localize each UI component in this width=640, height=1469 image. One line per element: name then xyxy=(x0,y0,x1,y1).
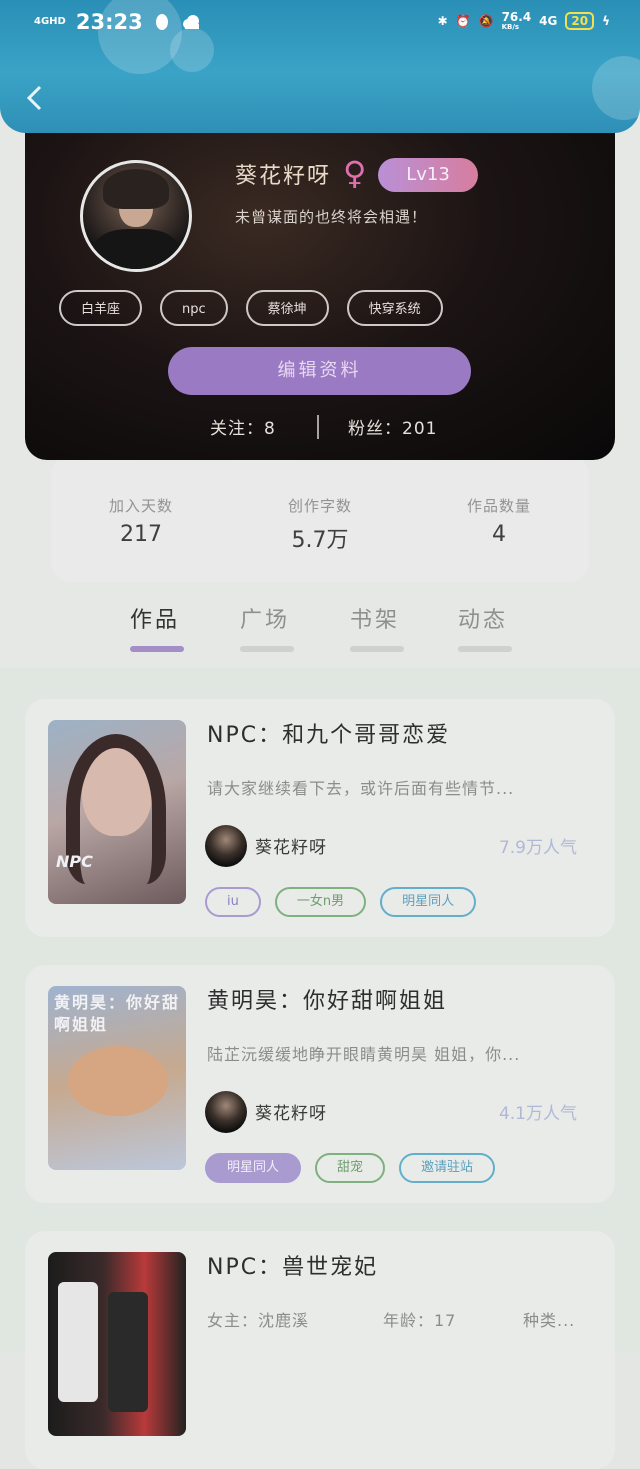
work-card[interactable]: NPC NPC：和九个哥哥恋爱 请大家继续看下去，或许后面有些情节... 葵花籽… xyxy=(25,699,615,937)
signal-indicator: 4G xyxy=(539,13,558,28)
work-race: 种类... xyxy=(523,1311,576,1330)
motto: 未曾谋面的也终将会相遇！ xyxy=(235,208,428,226)
mute-icon: 🔕 xyxy=(478,13,494,28)
popularity: 7.9万人气 xyxy=(498,838,577,858)
work-cover[interactable]: NPC xyxy=(48,720,186,904)
tab-bookshelf[interactable]: 书架 xyxy=(350,602,400,634)
stat-days: 加入天数 217 xyxy=(71,495,211,547)
back-arrow-icon[interactable] xyxy=(24,84,44,112)
tab-indicator xyxy=(458,646,512,652)
tab-indicator xyxy=(240,646,294,652)
work-tag[interactable]: iu xyxy=(205,887,261,917)
alarm-icon: ⏰ xyxy=(455,13,471,28)
network-indicator: 4GHD xyxy=(34,16,66,27)
status-bar: 4GHD 23:23 ✱ ⏰ 🔕 76.4 KB/s 4G 20 ϟ xyxy=(0,0,640,48)
username: 葵花籽呀 xyxy=(235,164,332,189)
edit-profile-button[interactable]: 编辑资料 xyxy=(168,347,471,395)
decor-bubble xyxy=(592,56,640,120)
stats-card: 加入天数 217 创作字数 5.7万 作品数量 4 xyxy=(51,455,589,582)
stat-value: 5.7万 xyxy=(291,528,349,553)
work-cover[interactable] xyxy=(48,1252,186,1436)
stat-works: 作品数量 4 xyxy=(429,495,569,547)
work-description: 请大家继续看下去，或许后面有些情节... xyxy=(207,779,515,798)
following-count[interactable]: 关注：8 xyxy=(210,414,276,439)
work-description: 陆芷沅缓缓地睁开眼睛黄明昊 姐姐，你... xyxy=(207,1045,521,1064)
speed-readout: 76.4 KB/s xyxy=(501,10,532,31)
work-tags: iu 一女n男 明星同人 xyxy=(205,887,477,917)
popularity: 4.1万人气 xyxy=(498,1104,577,1124)
work-tag[interactable]: 一女n男 xyxy=(274,887,367,917)
charging-icon: ϟ xyxy=(602,13,610,28)
profile-page: 4GHD 23:23 ✱ ⏰ 🔕 76.4KB/s 4G 20 ϟ 葵花籽呀 xyxy=(0,0,640,1469)
tab-works[interactable]: 作品 xyxy=(130,602,180,634)
bluetooth-icon: ✱ xyxy=(437,13,448,28)
profile-tag[interactable]: 快穿系统 xyxy=(346,290,443,326)
cover-title: 黄明昊：你好甜啊姐姐 xyxy=(54,993,181,1034)
work-title[interactable]: NPC：兽世宠妃 xyxy=(207,1249,378,1281)
profile-card: 葵花籽呀 ♀ Lv13 未曾谋面的也终将会相遇！ 白羊座 npc 蔡徐坤 快穿系… xyxy=(25,118,615,460)
top-bar: 4GHD 23:23 ✱ ⏰ 🔕 76.4 KB/s 4G 20 ϟ xyxy=(0,0,640,133)
stat-value: 4 xyxy=(492,522,506,547)
work-title[interactable]: 黄明昊：你好甜啊姐姐 xyxy=(207,983,447,1015)
stat-value: 217 xyxy=(120,522,162,547)
author-name[interactable]: 葵花籽呀 xyxy=(255,833,327,858)
author-avatar[interactable] xyxy=(205,1091,247,1133)
clock: 23:23 xyxy=(75,10,143,34)
level-badge: Lv13 xyxy=(378,158,478,192)
profile-tag[interactable]: 蔡徐坤 xyxy=(245,290,329,326)
work-tag[interactable]: 邀请驻站 xyxy=(399,1153,496,1183)
cloud-icon xyxy=(182,15,199,29)
fans-count[interactable]: 粉丝：201 xyxy=(348,414,437,439)
stat-label: 作品数量 xyxy=(466,497,531,515)
penguin-icon xyxy=(155,14,168,30)
cover-title: NPC xyxy=(56,852,93,871)
work-heroine: 女主：沈鹿溪 xyxy=(207,1311,310,1330)
work-title[interactable]: NPC：和九个哥哥恋爱 xyxy=(207,717,450,749)
stat-label: 加入天数 xyxy=(108,497,173,515)
work-tag[interactable]: 明星同人 xyxy=(205,1153,302,1183)
work-card[interactable]: 黄明昊：你好甜啊姐姐 黄明昊：你好甜啊姐姐 陆芷沅缓缓地睁开眼睛黄明昊 姐姐，你… xyxy=(25,965,615,1203)
works-list: NPC NPC：和九个哥哥恋爱 请大家继续看下去，或许后面有些情节... 葵花籽… xyxy=(0,668,640,1469)
work-tag[interactable]: 明星同人 xyxy=(380,887,477,917)
profile-tags: 白羊座 npc 蔡徐坤 快穿系统 xyxy=(59,290,443,326)
stat-label: 创作字数 xyxy=(287,497,352,515)
tab-feed[interactable]: 动态 xyxy=(458,602,508,634)
tab-bar: 作品 广场 书架 动态 xyxy=(0,598,640,660)
tab-indicator xyxy=(350,646,404,652)
stat-words: 创作字数 5.7万 xyxy=(250,495,390,554)
work-cover[interactable]: 黄明昊：你好甜啊姐姐 xyxy=(48,986,186,1170)
divider xyxy=(317,415,319,439)
work-tag[interactable]: 甜宠 xyxy=(315,1153,386,1183)
avatar[interactable] xyxy=(80,160,192,272)
work-age: 年龄：17 xyxy=(383,1311,457,1330)
work-card[interactable]: NPC：兽世宠妃 女主：沈鹿溪 年龄：17 种类... xyxy=(25,1231,615,1469)
female-icon: ♀ xyxy=(343,154,367,192)
battery-indicator: 20 xyxy=(565,11,595,30)
work-tags: 明星同人 甜宠 邀请驻站 xyxy=(205,1153,496,1183)
profile-tag[interactable]: npc xyxy=(160,290,228,326)
tab-square[interactable]: 广场 xyxy=(240,602,290,634)
tab-indicator xyxy=(130,646,184,652)
profile-tag[interactable]: 白羊座 xyxy=(59,290,143,326)
author-name[interactable]: 葵花籽呀 xyxy=(255,1099,327,1124)
author-avatar[interactable] xyxy=(205,825,247,867)
